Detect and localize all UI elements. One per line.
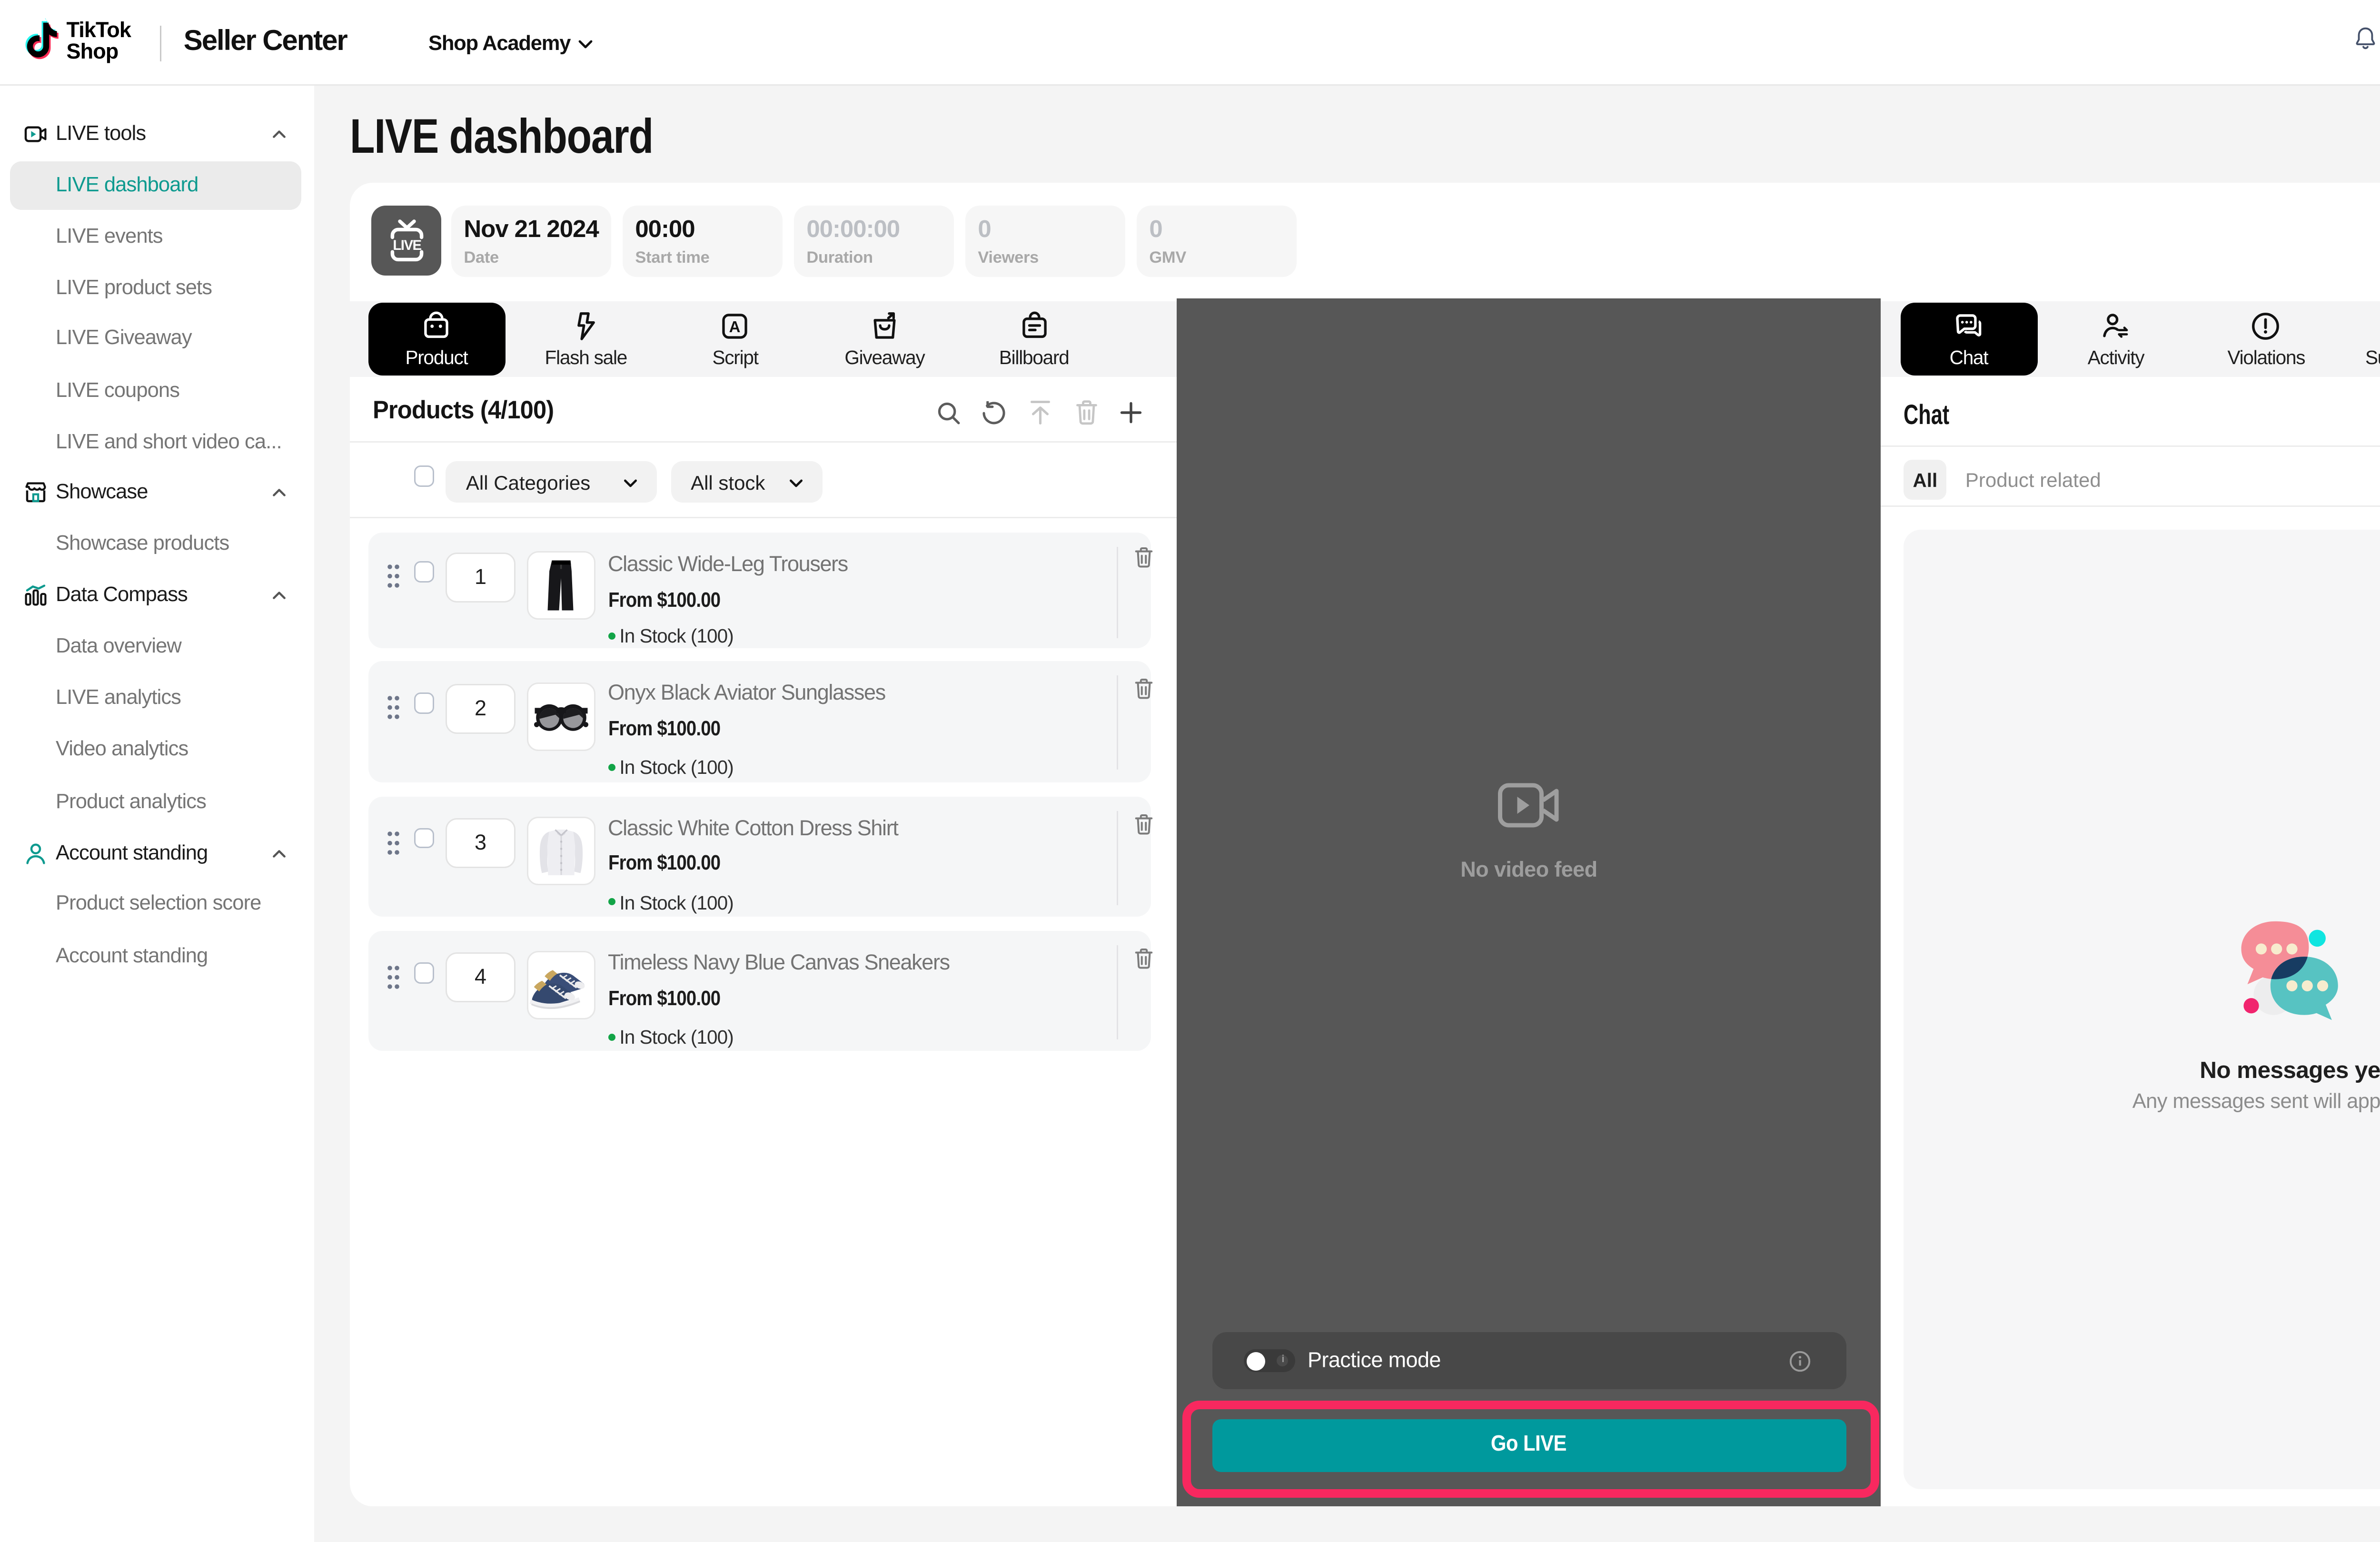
svg-text:A: A xyxy=(730,318,741,336)
svg-text:LIVE: LIVE xyxy=(393,237,421,253)
